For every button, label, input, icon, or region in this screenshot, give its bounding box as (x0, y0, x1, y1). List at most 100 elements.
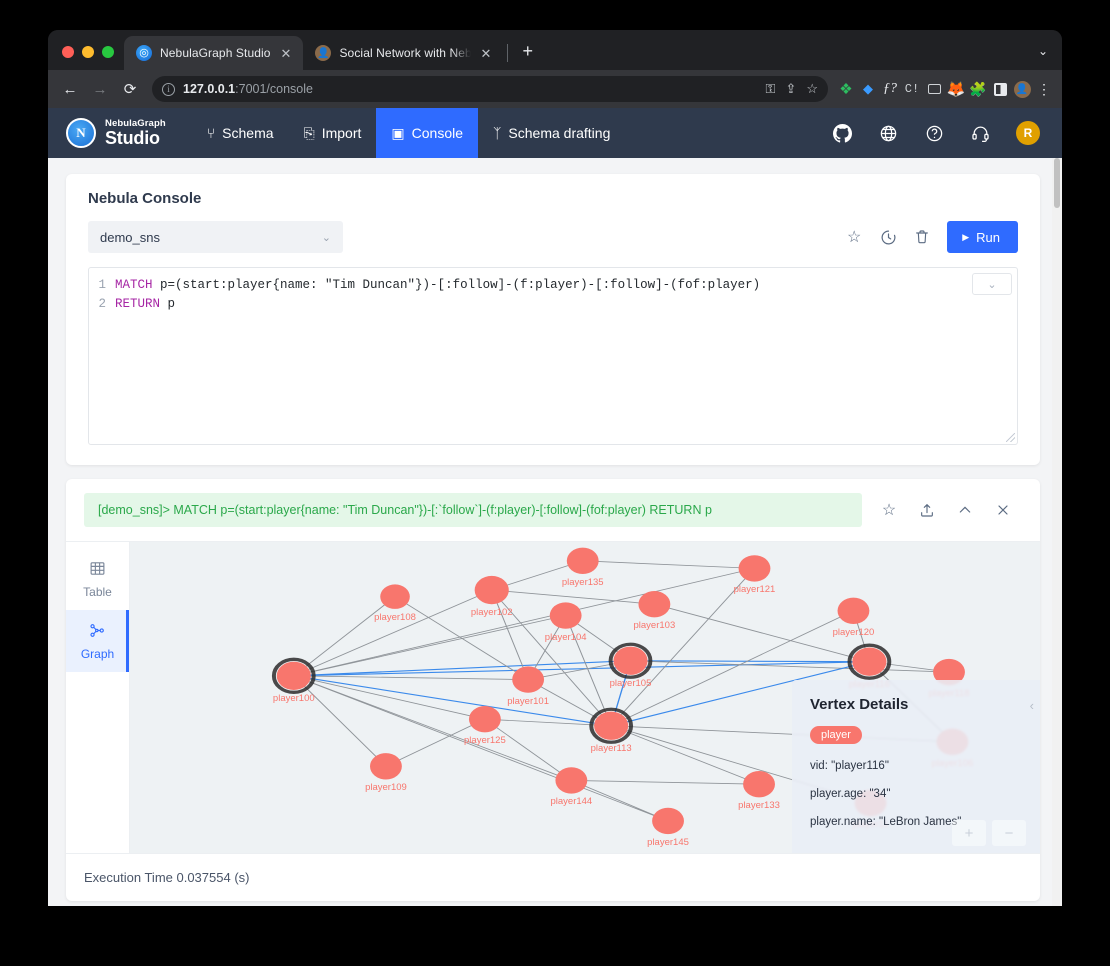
github-icon[interactable] (832, 123, 852, 143)
export-icon[interactable] (908, 494, 946, 526)
browser-tabstrip: NebulaGraph Studio ✕ Social Network with… (48, 30, 1062, 70)
code-line: 2 RETURN p (89, 295, 1017, 314)
favorite-icon[interactable]: ☆ (870, 494, 908, 526)
square-icon[interactable] (990, 79, 1010, 99)
console-toolbar: demo_sns ⌄ ☆ ▶ Run (88, 221, 1018, 253)
support-icon[interactable] (970, 123, 990, 143)
browser-tab-social-network[interactable]: Social Network with NebulaGra ✕ (303, 36, 503, 70)
graph-node[interactable] (838, 598, 870, 624)
graph-edge (386, 719, 485, 766)
graph-canvas[interactable]: player100player108player102player135play… (130, 542, 1040, 853)
graph-node[interactable] (638, 591, 670, 617)
play-icon: ▶ (962, 232, 969, 243)
graph-edge (294, 676, 668, 821)
user-avatar[interactable]: R (1016, 121, 1040, 145)
tab-label: Table (83, 585, 112, 599)
zoom-in-button[interactable]: + (952, 820, 986, 846)
graph-node[interactable] (743, 771, 775, 797)
execution-time-label: Execution Time 0.037554 (s) (84, 870, 249, 885)
tab-title: Social Network with NebulaGra (339, 46, 470, 60)
tab-close-icon[interactable]: ✕ (479, 45, 494, 62)
result-panel: [demo_sns]> MATCH p=(start:player{name: … (66, 479, 1040, 901)
graph-node[interactable] (550, 602, 582, 628)
address-bar[interactable]: i 127.0.0.1:7001/console ⚿ ⇪ ☆ (152, 76, 828, 102)
brand-name-bottom: Studio (105, 129, 166, 147)
minimize-window-button[interactable] (82, 46, 94, 58)
graph-node[interactable] (277, 662, 311, 690)
console-panel: Nebula Console demo_sns ⌄ ☆ (66, 174, 1040, 465)
graph-node[interactable] (469, 706, 501, 732)
reload-icon[interactable]: ⟳ (116, 75, 144, 103)
tab-graph[interactable]: Graph (66, 610, 129, 672)
graph-node[interactable] (852, 648, 886, 676)
graph-node[interactable] (512, 666, 544, 692)
collapse-icon[interactable] (946, 494, 984, 526)
graph-node[interactable] (475, 576, 509, 604)
new-tab-button[interactable]: + (512, 42, 543, 70)
query-editor[interactable]: 1 MATCH p=(start:player{name: "Tim Dunca… (88, 267, 1018, 445)
back-icon[interactable]: ← (56, 75, 84, 103)
close-icon[interactable] (984, 494, 1022, 526)
app-logo[interactable]: NebulaGraph Studio (66, 118, 166, 148)
vertex-tag-badge: player (810, 726, 862, 744)
page-title: Nebula Console (88, 190, 1018, 207)
code-text: p (160, 297, 175, 311)
bookmark-star-icon[interactable]: ☆ (806, 81, 818, 97)
graph-edge (611, 726, 759, 784)
graph-node[interactable] (380, 584, 410, 609)
trash-icon[interactable] (905, 221, 939, 253)
nav-item-schema[interactable]: ⑂ Schema (192, 108, 289, 158)
graph-node[interactable] (652, 808, 684, 834)
close-window-button[interactable] (62, 46, 74, 58)
nav-item-import[interactable]: ⎘ Import (289, 108, 377, 158)
metamask-fox-icon[interactable]: 🦊 (946, 79, 966, 99)
vertex-property-age: player.age: "34" (810, 788, 1022, 800)
ci-icon[interactable]: C! (902, 79, 922, 99)
graph-edge (485, 719, 571, 780)
profile-avatar-icon[interactable]: 👤 (1012, 79, 1032, 99)
box-icon[interactable] (924, 79, 944, 99)
run-button[interactable]: ▶ Run (947, 221, 1018, 253)
result-header: [demo_sns]> MATCH p=(start:player{name: … (66, 493, 1040, 527)
import-icon: ⎘ (304, 126, 315, 140)
graph-node[interactable] (613, 647, 647, 675)
graph-node[interactable] (739, 555, 771, 581)
favorite-icon[interactable]: ☆ (837, 221, 871, 253)
share-icon[interactable]: ⇪ (785, 81, 796, 97)
nav-item-schema-drafting[interactable]: ᛉ Schema drafting (478, 108, 625, 158)
three-dot-menu-icon[interactable]: ⋮ (1034, 79, 1054, 99)
key-icon[interactable]: ⚿ (766, 81, 776, 97)
nav-item-console[interactable]: ▣ Console (376, 108, 478, 158)
chevron-left-icon[interactable]: ‹ (1030, 698, 1034, 713)
f-question-icon[interactable]: ƒ? (880, 79, 900, 99)
space-selector[interactable]: demo_sns ⌄ (88, 221, 343, 253)
info-icon[interactable]: i (162, 83, 175, 96)
tab-table[interactable]: Table (66, 548, 129, 610)
browser-tab-nebulagraph-studio[interactable]: NebulaGraph Studio ✕ (124, 36, 303, 70)
graph-node[interactable] (555, 767, 587, 793)
tab-close-icon[interactable]: ✕ (279, 45, 294, 62)
zoom-out-button[interactable]: − (992, 820, 1026, 846)
graph-edge (294, 676, 611, 726)
gem-icon[interactable]: ◆ (858, 79, 878, 99)
maximize-window-button[interactable] (102, 46, 114, 58)
window-controls[interactable] (58, 46, 124, 70)
globe-icon[interactable] (878, 123, 898, 143)
table-icon (89, 560, 106, 580)
puzzle-icon[interactable]: 🧩 (968, 79, 988, 99)
graph-node[interactable] (594, 712, 628, 740)
editor-resize-handle[interactable] (1006, 433, 1015, 442)
graph-node[interactable] (567, 548, 599, 574)
editor-collapse-button[interactable]: ⌄ (972, 273, 1012, 295)
graph-edge (583, 561, 755, 569)
screenshot-root: NebulaGraph Studio ✕ Social Network with… (0, 0, 1110, 966)
chevron-down-icon[interactable]: ⌄ (1038, 44, 1062, 70)
graph-node[interactable] (370, 753, 402, 779)
history-icon[interactable] (871, 221, 905, 253)
app-navbar: NebulaGraph Studio ⑂ Schema ⎘ Import ▣ C… (48, 108, 1062, 158)
chevron-down-icon: ⌄ (322, 231, 331, 244)
forward-icon[interactable]: → (86, 75, 114, 103)
evernote-icon[interactable]: ❖ (836, 79, 856, 99)
help-icon[interactable] (924, 123, 944, 143)
graph-edge (654, 604, 869, 661)
